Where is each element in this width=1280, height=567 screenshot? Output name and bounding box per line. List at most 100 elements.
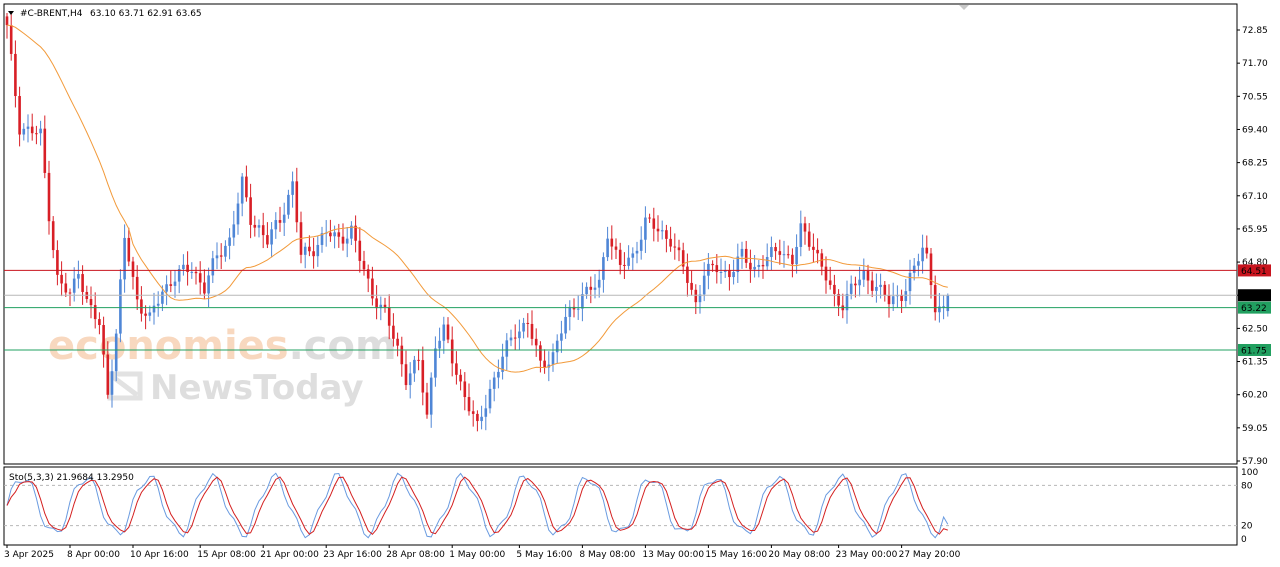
- x-tick-label: 5 May 16:00: [516, 550, 572, 560]
- x-tick-label: 3 Apr 2025: [4, 550, 54, 560]
- candle-bull: [518, 331, 521, 339]
- shift-marker-icon[interactable]: [959, 5, 969, 10]
- price-level-label: 64.51: [1241, 267, 1267, 277]
- candle-bull: [240, 176, 244, 204]
- moving-average-line: [6, 24, 948, 373]
- candle-bear: [421, 360, 425, 393]
- candle-bear: [266, 235, 269, 245]
- candle-bear: [337, 232, 341, 237]
- candle-bear: [51, 221, 55, 251]
- candle-bull: [639, 239, 643, 251]
- candle-bear: [786, 254, 790, 256]
- candle-bear: [610, 238, 614, 247]
- candle-bear: [35, 133, 38, 135]
- candle-bear: [455, 363, 458, 375]
- watermark-line1: economies.com: [48, 323, 397, 369]
- candle-bear: [476, 413, 479, 422]
- candle-bear: [5, 16, 9, 26]
- candle-bear: [589, 286, 593, 290]
- x-tick-label: 15 Apr 08:00: [197, 550, 256, 560]
- x-tick-label: 8 May 08:00: [579, 550, 635, 560]
- candle-bear: [140, 299, 143, 314]
- candle-bull: [904, 291, 908, 302]
- candle-bull: [484, 408, 488, 417]
- y-tick-label: 62.50: [1242, 324, 1268, 334]
- candle-bear: [98, 319, 101, 326]
- ohlc-readout: 63.10 63.71 62.91 63.65: [90, 9, 202, 19]
- x-tick-label: 20 May 08:00: [768, 550, 830, 560]
- candle-bull: [564, 316, 567, 334]
- candle-bull: [114, 333, 118, 372]
- candle-bear: [534, 338, 538, 346]
- candle-bull: [287, 194, 290, 215]
- candle-bull: [173, 281, 177, 286]
- candle-bull: [522, 322, 525, 332]
- candle-bull: [631, 253, 635, 258]
- candle-bull: [77, 274, 80, 279]
- candle-bear: [392, 325, 395, 339]
- candle-bear: [261, 225, 265, 236]
- candle-bull: [413, 359, 416, 374]
- stochastic-panel: 3 Apr 2025 8 Apr 00:00 10 Apr 16:00 15 Apr …: [3, 466, 1258, 560]
- candle-bull: [26, 126, 30, 129]
- y-tick-label: 70.55: [1242, 92, 1268, 102]
- candle-bear: [791, 254, 794, 265]
- candle-bear: [648, 217, 651, 219]
- candle-bear: [690, 282, 693, 290]
- candle-bear: [543, 360, 546, 368]
- candle-bull: [917, 261, 920, 266]
- watermark: economies.com NewsToday: [48, 323, 397, 408]
- candle-bear: [807, 231, 811, 247]
- candle-bear: [677, 247, 681, 251]
- candle-bull: [946, 295, 950, 312]
- candle-bull: [765, 257, 769, 267]
- candle-bull: [152, 305, 156, 313]
- y-tick-label: 71.70: [1242, 59, 1268, 69]
- stochastic-scale-label: 0: [1241, 535, 1247, 545]
- candle-bear: [89, 299, 93, 306]
- candle-bull: [795, 246, 798, 265]
- candle-bear: [816, 249, 819, 254]
- price-chart[interactable]: economies.com NewsToday 72.85 71.70 70.55 6…: [0, 0, 1280, 567]
- candle-bull: [782, 254, 786, 256]
- dropdown-triangle-icon[interactable]: [8, 11, 14, 15]
- candle-bear: [417, 359, 420, 361]
- candle-bull: [119, 279, 122, 334]
- candle-bull: [228, 237, 231, 246]
- candle-bull: [644, 217, 647, 240]
- y-tick-label: 60.20: [1242, 391, 1268, 401]
- candle-bear: [329, 232, 332, 237]
- candle-bear: [387, 307, 391, 326]
- stochastic-scale-label: 100: [1241, 468, 1258, 478]
- candle-bear: [43, 128, 47, 173]
- candle-bear: [404, 364, 408, 386]
- price-level-label: 61.75: [1241, 347, 1267, 357]
- y-tick-label: 59.05: [1242, 424, 1268, 434]
- candle-bull: [770, 247, 773, 258]
- candle-bear: [68, 292, 72, 294]
- candle-bull: [438, 340, 441, 349]
- candle-bear: [665, 230, 668, 239]
- candle-bull: [434, 348, 437, 378]
- candle-bear: [459, 374, 462, 382]
- candle-bear: [828, 280, 832, 285]
- candle-bear: [887, 295, 891, 305]
- chart-header: #C-BRENT,H4 63.10 63.71 62.91 63.65: [8, 5, 969, 19]
- candle-bear: [9, 25, 13, 54]
- candle-bull: [497, 371, 500, 378]
- candle-bull: [707, 263, 710, 276]
- candle-bull: [702, 275, 706, 295]
- candle-bull: [509, 337, 513, 341]
- candle-bull: [593, 287, 597, 290]
- candle-bear: [203, 282, 206, 294]
- candle-bull: [488, 388, 492, 409]
- watermark-line2: NewsToday: [150, 368, 364, 408]
- candle-bull: [282, 214, 286, 223]
- candle-bear: [245, 176, 248, 198]
- candle-bear: [652, 218, 656, 229]
- x-tick-label: 23 May 00:00: [836, 550, 898, 560]
- candle-bear: [530, 323, 534, 339]
- candle-bull: [551, 352, 555, 365]
- candle-bear: [900, 294, 903, 302]
- candle-bear: [131, 261, 135, 277]
